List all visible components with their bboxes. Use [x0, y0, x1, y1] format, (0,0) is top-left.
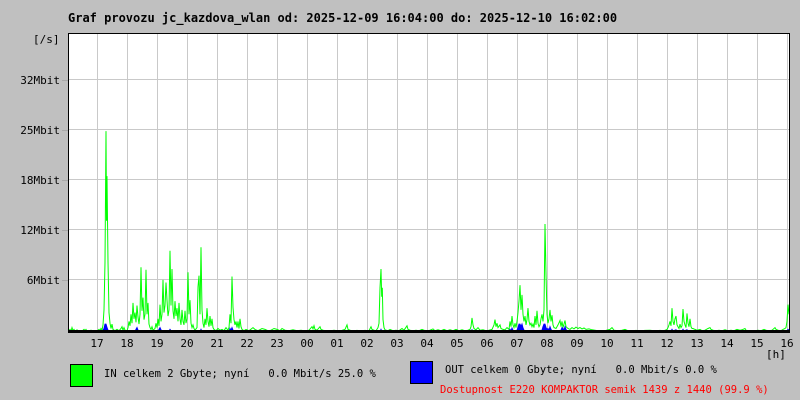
x-tick-label: 07 — [504, 337, 530, 350]
x-tick-label: 23 — [264, 337, 290, 350]
y-tick-label: 12Mbit — [0, 224, 60, 237]
x-tick-label: 18 — [114, 337, 140, 350]
traffic-graph-page: Graf provozu jc_kazdova_wlan od: 2025-12… — [0, 0, 800, 400]
y-tick-label: 6Mbit — [0, 274, 60, 287]
out-legend-label: OUT celkem 0 Gbyte; nyní 0.0 Mbit/s 0.0 … — [445, 364, 717, 376]
x-tick-label: 04 — [414, 337, 440, 350]
x-tick-label: 01 — [324, 337, 350, 350]
x-tick-label: 08 — [534, 337, 560, 350]
y-tick-label: 18Mbit — [0, 174, 60, 187]
y-axis-unit-label: [/s] — [33, 33, 60, 46]
x-tick-label: 09 — [564, 337, 590, 350]
x-tick-label: 06 — [474, 337, 500, 350]
availability-text: Dostupnost E220 KOMPAKTOR semik 1439 z 1… — [440, 384, 769, 396]
chart-canvas — [69, 34, 789, 332]
x-tick-label: 03 — [384, 337, 410, 350]
in-series-line — [69, 131, 789, 331]
in-legend-swatch — [70, 364, 93, 387]
x-tick-label: 19 — [144, 337, 170, 350]
x-tick-label: 00 — [294, 337, 320, 350]
y-tick-mark — [62, 230, 68, 231]
x-tick-label: 21 — [204, 337, 230, 350]
x-tick-label: 02 — [354, 337, 380, 350]
plot-area — [68, 33, 790, 333]
graph-title: Graf provozu jc_kazdova_wlan od: 2025-12… — [68, 11, 617, 25]
x-tick-label: 12 — [654, 337, 680, 350]
x-tick-label: 13 — [684, 337, 710, 350]
x-tick-label: 14 — [714, 337, 740, 350]
grid-lines — [69, 34, 789, 332]
out-legend-swatch — [410, 361, 433, 384]
x-tick-label: 05 — [444, 337, 470, 350]
x-tick-label: 22 — [234, 337, 260, 350]
y-tick-mark — [62, 280, 68, 281]
y-tick-label: 25Mbit — [0, 124, 60, 137]
y-tick-mark — [62, 130, 68, 131]
x-tick-label: 17 — [84, 337, 110, 350]
in-legend-label: IN celkem 2 Gbyte; nyní 0.0 Mbit/s 25.0 … — [104, 368, 376, 380]
x-tick-label: 10 — [594, 337, 620, 350]
x-tick-label: 11 — [624, 337, 650, 350]
x-axis-unit-label: [h] — [766, 348, 786, 361]
y-tick-label: 32Mbit — [0, 74, 60, 87]
y-tick-mark — [62, 80, 68, 81]
x-tick-label: 20 — [174, 337, 200, 350]
y-tick-mark — [62, 180, 68, 181]
